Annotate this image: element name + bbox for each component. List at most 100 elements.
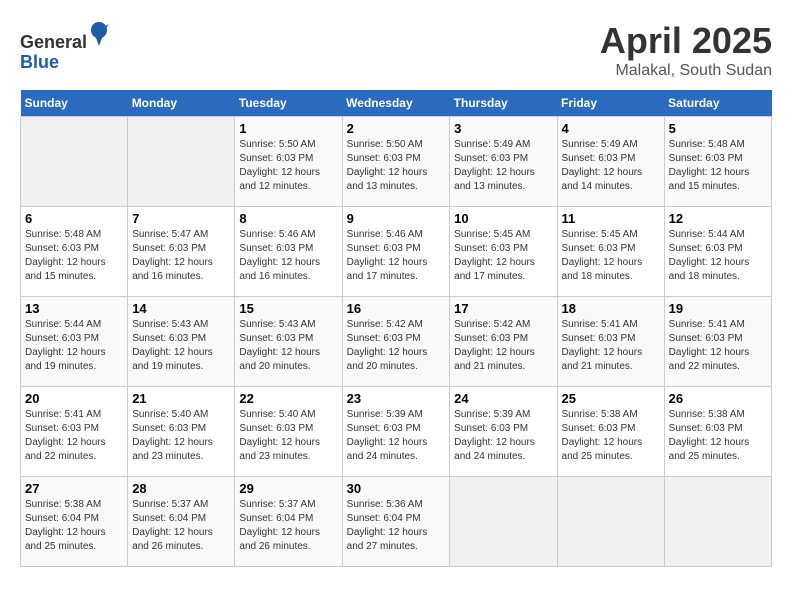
day-number: 29: [239, 481, 337, 496]
day-info: Sunrise: 5:39 AM Sunset: 6:03 PM Dayligh…: [454, 408, 552, 464]
day-number: 6: [25, 211, 123, 226]
day-info: Sunrise: 5:50 AM Sunset: 6:03 PM Dayligh…: [347, 138, 446, 194]
calendar-table: SundayMondayTuesdayWednesdayThursdayFrid…: [20, 90, 772, 567]
calendar-cell: 14Sunrise: 5:43 AM Sunset: 6:03 PM Dayli…: [128, 297, 235, 387]
day-number: 8: [239, 211, 337, 226]
calendar-cell: 13 Sunrise: 5:44 AM Sunset: 6:03 PM Dayli…: [21, 297, 128, 387]
day-info: Sunrise: 5:41 AM Sunset: 6:03 PM Dayligh…: [25, 408, 123, 464]
page-header: General Blue April 2025 Malakal, South S…: [20, 20, 772, 80]
day-number: 3: [454, 121, 552, 136]
day-info: Sunrise: 5:38 AM Sunset: 6:03 PM Dayligh…: [669, 408, 767, 464]
day-number: 13: [25, 301, 123, 316]
header-tuesday: Tuesday: [235, 90, 342, 117]
week-row-3: 13 Sunrise: 5:44 AM Sunset: 6:03 PM Dayli…: [21, 297, 772, 387]
calendar-cell: 9 Sunrise: 5:46 AM Sunset: 6:03 PM Daylig…: [342, 207, 450, 297]
calendar-cell: 25Sunrise: 5:38 AM Sunset: 6:03 PM Dayli…: [557, 387, 664, 477]
day-info: Sunrise: 5:43 AM Sunset: 6:03 PM Dayligh…: [239, 318, 337, 374]
day-info: Sunrise: 5:50 AM Sunset: 6:03 PM Dayligh…: [239, 138, 337, 194]
calendar-cell: 19 Sunrise: 5:41 AM Sunset: 6:03 PM Dayli…: [664, 297, 771, 387]
calendar-cell: 7 Sunrise: 5:47 AM Sunset: 6:03 PM Daylig…: [128, 207, 235, 297]
calendar-cell: 28 Sunrise: 5:37 AM Sunset: 6:04 PM Dayli…: [128, 477, 235, 567]
day-info: Sunrise: 5:48 AM Sunset: 6:03 PM Dayligh…: [25, 228, 123, 284]
day-info: Sunrise: 5:36 AM Sunset: 6:04 PM Dayligh…: [347, 498, 446, 554]
day-number: 28: [132, 481, 230, 496]
day-info: Sunrise: 5:45 AM Sunset: 6:03 PM Dayligh…: [562, 228, 660, 284]
calendar-cell: 16 Sunrise: 5:42 AM Sunset: 6:03 PM Dayli…: [342, 297, 450, 387]
day-number: 11: [562, 211, 660, 226]
day-number: 26: [669, 391, 767, 406]
day-info: Sunrise: 5:41 AM Sunset: 6:03 PM Dayligh…: [669, 318, 767, 374]
day-number: 22: [239, 391, 337, 406]
header-sunday: Sunday: [21, 90, 128, 117]
day-number: 21: [132, 391, 230, 406]
day-info: Sunrise: 5:49 AM Sunset: 6:03 PM Dayligh…: [454, 138, 552, 194]
day-info: Sunrise: 5:43 AM Sunset: 6:03 PM Dayligh…: [132, 318, 230, 374]
day-number: 5: [669, 121, 767, 136]
calendar-cell: [664, 477, 771, 567]
day-number: 16: [347, 301, 446, 316]
calendar-cell: 10 Sunrise: 5:45 AM Sunset: 6:03 PM Dayli…: [450, 207, 557, 297]
day-info: Sunrise: 5:41 AM Sunset: 6:03 PM Dayligh…: [562, 318, 660, 374]
day-info: Sunrise: 5:44 AM Sunset: 6:03 PM Dayligh…: [25, 318, 123, 374]
day-info: Sunrise: 5:37 AM Sunset: 6:04 PM Dayligh…: [132, 498, 230, 554]
calendar-cell: 12 Sunrise: 5:44 AM Sunset: 6:03 PM Dayli…: [664, 207, 771, 297]
calendar-cell: 1Sunrise: 5:50 AM Sunset: 6:03 PM Daylig…: [235, 117, 342, 207]
day-info: Sunrise: 5:39 AM Sunset: 6:03 PM Dayligh…: [347, 408, 446, 464]
header-friday: Friday: [557, 90, 664, 117]
day-number: 23: [347, 391, 446, 406]
day-number: 7: [132, 211, 230, 226]
day-number: 19: [669, 301, 767, 316]
day-info: Sunrise: 5:49 AM Sunset: 6:03 PM Dayligh…: [562, 138, 660, 194]
day-number: 10: [454, 211, 552, 226]
day-info: Sunrise: 5:44 AM Sunset: 6:03 PM Dayligh…: [669, 228, 767, 284]
day-info: Sunrise: 5:42 AM Sunset: 6:03 PM Dayligh…: [347, 318, 446, 374]
day-number: 4: [562, 121, 660, 136]
day-info: Sunrise: 5:40 AM Sunset: 6:03 PM Dayligh…: [239, 408, 337, 464]
logo-general: General: [20, 20, 109, 53]
calendar-cell: 29 Sunrise: 5:37 AM Sunset: 6:04 PM Dayli…: [235, 477, 342, 567]
day-info: Sunrise: 5:40 AM Sunset: 6:03 PM Dayligh…: [132, 408, 230, 464]
month-title: April 2025: [600, 20, 772, 62]
day-info: Sunrise: 5:46 AM Sunset: 6:03 PM Dayligh…: [239, 228, 337, 284]
calendar-cell: 11 Sunrise: 5:45 AM Sunset: 6:03 PM Dayli…: [557, 207, 664, 297]
header-monday: Monday: [128, 90, 235, 117]
calendar-cell: [557, 477, 664, 567]
calendar-cell: 8 Sunrise: 5:46 AM Sunset: 6:03 PM Daylig…: [235, 207, 342, 297]
calendar-cell: 2Sunrise: 5:50 AM Sunset: 6:03 PM Daylig…: [342, 117, 450, 207]
week-row-2: 6 Sunrise: 5:48 AM Sunset: 6:03 PM Daylig…: [21, 207, 772, 297]
calendar-cell: 27 Sunrise: 5:38 AM Sunset: 6:04 PM Dayli…: [21, 477, 128, 567]
day-info: Sunrise: 5:38 AM Sunset: 6:04 PM Dayligh…: [25, 498, 123, 554]
calendar-cell: 3 Sunrise: 5:49 AM Sunset: 6:03 PM Daylig…: [450, 117, 557, 207]
calendar-cell: 30 Sunrise: 5:36 AM Sunset: 6:04 PM Dayli…: [342, 477, 450, 567]
calendar-cell: [450, 477, 557, 567]
day-info: Sunrise: 5:42 AM Sunset: 6:03 PM Dayligh…: [454, 318, 552, 374]
calendar-cell: 21 Sunrise: 5:40 AM Sunset: 6:03 PM Dayli…: [128, 387, 235, 477]
week-row-4: 20 Sunrise: 5:41 AM Sunset: 6:03 PM Dayli…: [21, 387, 772, 477]
day-number: 15: [239, 301, 337, 316]
day-number: 9: [347, 211, 446, 226]
day-number: 30: [347, 481, 446, 496]
day-number: 12: [669, 211, 767, 226]
calendar-cell: 22 Sunrise: 5:40 AM Sunset: 6:03 PM Dayli…: [235, 387, 342, 477]
header-wednesday: Wednesday: [342, 90, 450, 117]
day-number: 20: [25, 391, 123, 406]
calendar-cell: 24 Sunrise: 5:39 AM Sunset: 6:03 PM Dayli…: [450, 387, 557, 477]
day-number: 17: [454, 301, 552, 316]
logo-bird-icon: [89, 20, 109, 48]
day-info: Sunrise: 5:37 AM Sunset: 6:04 PM Dayligh…: [239, 498, 337, 554]
calendar-cell: 17 Sunrise: 5:42 AM Sunset: 6:03 PM Dayli…: [450, 297, 557, 387]
header-thursday: Thursday: [450, 90, 557, 117]
day-number: 18: [562, 301, 660, 316]
title-block: April 2025 Malakal, South Sudan: [600, 20, 772, 80]
day-info: Sunrise: 5:45 AM Sunset: 6:03 PM Dayligh…: [454, 228, 552, 284]
logo: General Blue: [20, 20, 109, 73]
week-row-5: 27 Sunrise: 5:38 AM Sunset: 6:04 PM Dayli…: [21, 477, 772, 567]
calendar-cell: 18 Sunrise: 5:41 AM Sunset: 6:03 PM Dayli…: [557, 297, 664, 387]
calendar-cell: 15 Sunrise: 5:43 AM Sunset: 6:03 PM Dayli…: [235, 297, 342, 387]
day-number: 27: [25, 481, 123, 496]
location-title: Malakal, South Sudan: [600, 62, 772, 80]
day-info: Sunrise: 5:46 AM Sunset: 6:03 PM Dayligh…: [347, 228, 446, 284]
calendar-cell: 26 Sunrise: 5:38 AM Sunset: 6:03 PM Dayli…: [664, 387, 771, 477]
day-number: 24: [454, 391, 552, 406]
day-info: Sunrise: 5:47 AM Sunset: 6:03 PM Dayligh…: [132, 228, 230, 284]
